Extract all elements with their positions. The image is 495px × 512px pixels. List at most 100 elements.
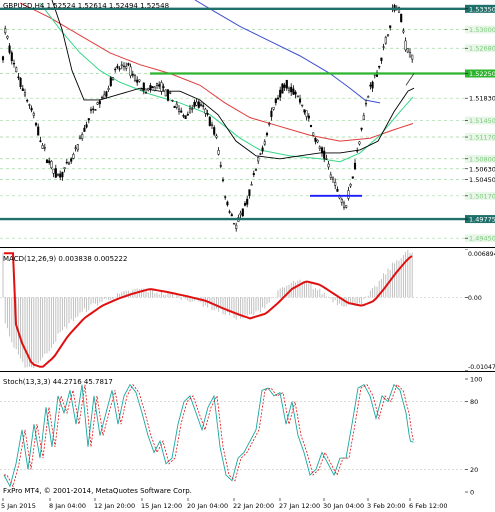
candle — [26, 98, 29, 103]
svg-text:20 Jan 04:00: 20 Jan 04:00 — [187, 502, 228, 510]
svg-text:1.50800: 1.50800 — [469, 155, 495, 163]
stochastic-pane[interactable]: Stoch(13,3,3) 44.2716 45.7817 FxPro MT4,… — [0, 373, 465, 498]
candle — [125, 62, 128, 72]
candle — [166, 89, 170, 102]
candle — [347, 186, 350, 201]
price-axis-label: 1.53350 — [465, 4, 495, 13]
candle — [92, 105, 95, 114]
candle — [215, 133, 218, 140]
svg-text:1.51830: 1.51830 — [469, 95, 495, 103]
candle — [41, 142, 44, 150]
candle — [169, 91, 172, 95]
svg-text:27 Jan 12:00: 27 Jan 12:00 — [279, 502, 320, 510]
candle — [298, 94, 302, 105]
candle — [305, 110, 308, 121]
candle — [199, 101, 203, 107]
candle — [116, 63, 119, 70]
time-axis-label: 15 Jan 12:00 — [141, 498, 182, 510]
macd-axis-label: 0.006894 — [465, 249, 495, 258]
svg-text:1.49775: 1.49775 — [469, 216, 495, 224]
macd-axis-label: -0.010479 — [465, 364, 495, 371]
price-axis-label: 1.53000 — [465, 25, 495, 34]
candle — [8, 43, 11, 55]
candle — [182, 113, 185, 119]
svg-text:30 Jan 04:00: 30 Jan 04:00 — [323, 502, 364, 510]
price-axis: 1.53350 1.53000 1.52680 1.52250 1.51830 1.514… — [465, 0, 495, 247]
candle — [78, 135, 82, 140]
candle — [261, 145, 264, 155]
candle — [72, 152, 75, 160]
candle — [1, 55, 5, 63]
svg-text:12 Jan 20:00: 12 Jan 20:00 — [94, 502, 135, 510]
candle — [122, 62, 126, 71]
candle — [149, 82, 152, 93]
macd-canvas[interactable] — [0, 249, 465, 371]
time-axis-label: 6 Feb 12:00 — [409, 498, 448, 510]
svg-text:1.52250: 1.52250 — [469, 70, 495, 78]
candle — [408, 48, 412, 58]
candle — [142, 82, 145, 95]
candle — [371, 80, 374, 93]
candle — [28, 103, 31, 109]
candle — [32, 111, 35, 119]
candle — [235, 222, 238, 232]
price-chart-pane[interactable]: GBPUSD,H4 1.52524 1.52614 1.52494 1.5254… — [0, 0, 465, 247]
candle — [10, 50, 13, 65]
candle — [296, 95, 299, 98]
candle — [327, 161, 330, 170]
candle — [340, 197, 343, 206]
stochastic-axis-label: 80 — [465, 398, 478, 406]
stochastic-canvas[interactable] — [0, 373, 465, 498]
stochastic-main-line — [3, 383, 414, 488]
svg-text:15 Jan 12:00: 15 Jan 12:00 — [141, 502, 182, 510]
candle — [336, 186, 339, 192]
time-axis-label: 5 Jan 2015 — [1, 498, 36, 510]
svg-text:22 Jan 20:00: 22 Jan 20:00 — [233, 502, 274, 510]
pane-divider[interactable] — [0, 371, 495, 372]
candle — [287, 86, 291, 94]
svg-text:-0.010479: -0.010479 — [468, 364, 495, 371]
candle — [129, 63, 132, 79]
svg-text:80: 80 — [470, 398, 478, 406]
candle — [15, 66, 18, 73]
time-axis-label: 22 Jan 20:00 — [233, 498, 274, 510]
candle — [98, 99, 101, 108]
candle — [386, 34, 390, 38]
candle — [85, 121, 88, 129]
svg-text:0.00: 0.00 — [468, 295, 482, 302]
svg-text:0: 0 — [470, 489, 474, 497]
pane-divider[interactable] — [0, 247, 495, 248]
price-chart-canvas[interactable] — [0, 0, 465, 247]
price-axis-label: 1.50450 — [465, 176, 495, 184]
candle — [268, 121, 271, 127]
candle — [362, 112, 365, 121]
candle — [70, 157, 73, 164]
svg-text:0.006894: 0.006894 — [468, 251, 495, 258]
candle — [210, 121, 214, 129]
candle — [173, 105, 176, 109]
macd-axis: 0.006894 0.00 -0.010479 — [465, 249, 495, 371]
stochastic-axis-label: 0 — [465, 489, 474, 497]
candle — [171, 99, 174, 103]
candle — [279, 86, 282, 102]
candle — [127, 62, 130, 67]
candle — [232, 222, 236, 225]
candle — [345, 205, 348, 209]
candle — [349, 183, 352, 188]
candle — [37, 123, 40, 136]
price-axis-label: 1.49775 — [465, 215, 495, 224]
svg-text:100: 100 — [470, 376, 482, 384]
candle — [160, 80, 163, 95]
price-axis-label: 1.52250 — [465, 69, 495, 78]
macd-pane[interactable]: MACD(12,26,9) 0.003838 0.005222 — [0, 249, 465, 371]
candle — [191, 104, 194, 113]
candle — [164, 89, 167, 97]
moving-average-black — [51, 0, 415, 160]
candle — [204, 107, 207, 117]
candle — [153, 86, 156, 92]
candle — [89, 106, 93, 114]
candle — [243, 201, 247, 207]
price-axis-label: 1.50630 — [465, 165, 495, 173]
candle — [213, 125, 216, 137]
candle — [133, 73, 137, 83]
